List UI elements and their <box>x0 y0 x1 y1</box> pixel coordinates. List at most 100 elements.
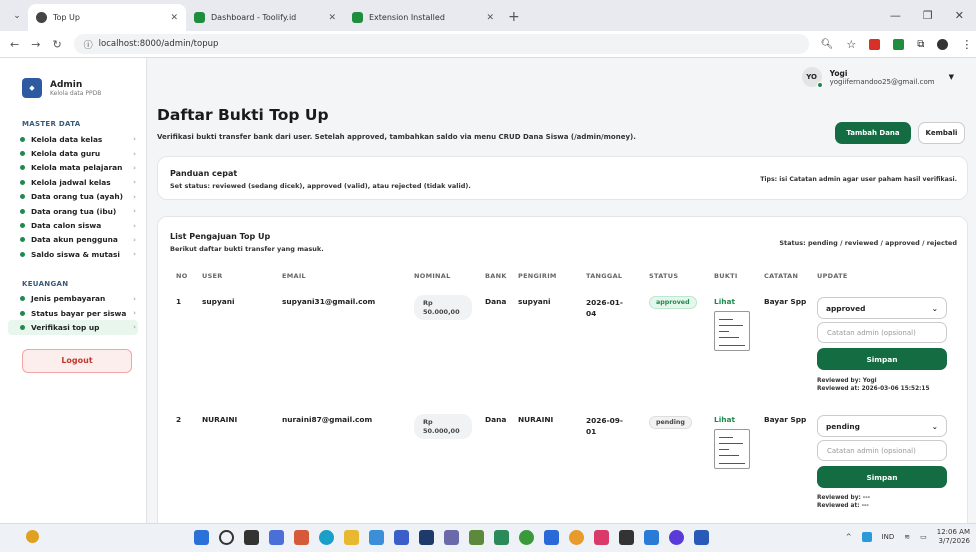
url-field[interactable]: ⓘ localhost:8000/admin/topup <box>73 34 809 54</box>
toolify-extension-icon[interactable] <box>893 38 905 50</box>
simpan-button[interactable]: Simpan <box>817 348 947 370</box>
weather-icon[interactable] <box>26 530 39 543</box>
sidebar-item-status-bayar[interactable]: Status bayar per siswa › <box>0 306 146 320</box>
app-icon[interactable] <box>594 530 609 545</box>
task-view-icon[interactable] <box>244 530 259 545</box>
edge-icon[interactable] <box>319 530 334 545</box>
profile-icon[interactable] <box>937 38 949 50</box>
sidebar-item-calon-siswa[interactable]: Data calon siswa › <box>0 218 146 232</box>
sidebar-item-label: Saldo siswa & mutasi <box>31 249 120 259</box>
bookmark-star-icon[interactable]: ☆ <box>846 38 856 51</box>
app-icon[interactable] <box>444 530 459 545</box>
chevron-up-icon[interactable]: ^ <box>846 533 852 541</box>
close-window-icon[interactable]: ✕ <box>955 9 964 22</box>
sidebar-item-ayah[interactable]: Data orang tua (ayah) › <box>0 190 146 204</box>
nominal-currency: Rp <box>423 299 433 307</box>
tab-extension-installed[interactable]: Extension Installed ✕ <box>344 4 502 31</box>
row-no: 2 <box>176 415 182 424</box>
file-explorer-icon[interactable] <box>344 530 359 545</box>
tab-title: Top Up <box>53 13 80 22</box>
word-icon[interactable] <box>694 530 709 545</box>
admin-note-input[interactable]: Catatan admin (opsional) <box>817 440 947 461</box>
col-bukti: BUKTI <box>714 272 738 280</box>
reload-icon[interactable]: ↻ <box>52 38 61 51</box>
status-select[interactable]: pending ⌄ <box>817 415 947 437</box>
search-icon[interactable] <box>219 530 234 545</box>
zoom-icon[interactable]: 🔍︎ <box>821 39 834 50</box>
sidebar-item-akun[interactable]: Data akun pengguna › <box>0 233 146 247</box>
proof-thumbnail[interactable] <box>714 429 750 469</box>
restore-icon[interactable]: ❐ <box>923 9 933 22</box>
photoshop-icon[interactable] <box>419 530 434 545</box>
avatar-initials: YO <box>806 73 818 81</box>
close-tab-icon[interactable]: ✕ <box>486 13 494 23</box>
avatar[interactable]: YO <box>801 67 823 88</box>
sidebar-item-guru[interactable]: Kelola data guru › <box>0 146 146 160</box>
wifi-icon[interactable]: ≋ <box>904 533 910 541</box>
language-indicator[interactable]: IND <box>882 533 895 541</box>
back-icon[interactable]: ← <box>10 38 19 51</box>
browser-tab-strip: ⌄ Top Up ✕ Dashboard - Toolify.id ✕ Exte… <box>0 0 976 31</box>
row-email: nuraini87@gmail.com <box>282 415 373 424</box>
sidebar-item-ibu[interactable]: Data orang tua (ibu) › <box>0 204 146 218</box>
windows-taskbar: ^ IND ≋ ▭ 12:06 AM 3/7/2026 <box>0 523 976 552</box>
admin-note-input[interactable]: Catatan admin (opsional) <box>817 322 947 343</box>
chevron-right-icon: › <box>133 309 136 318</box>
start-icon[interactable] <box>194 530 209 545</box>
app-icon[interactable] <box>394 530 409 545</box>
site-info-icon[interactable]: ⓘ <box>84 38 93 51</box>
chrome-icon[interactable] <box>519 530 534 545</box>
clock[interactable]: 12:06 AM 3/7/2026 <box>937 528 970 546</box>
proof-thumbnail[interactable] <box>714 311 750 351</box>
lihat-link[interactable]: Lihat <box>714 415 735 424</box>
battery-icon[interactable]: ▭ <box>920 533 927 541</box>
lihat-link[interactable]: Lihat <box>714 297 735 306</box>
close-tab-icon[interactable]: ✕ <box>328 13 336 23</box>
keuangan-menu: Jenis pembayaran › Status bayar per siswa… <box>0 292 146 335</box>
menu-kebab-icon[interactable]: ⋮ <box>961 38 972 51</box>
app-icon[interactable] <box>669 530 684 545</box>
sidebar-item-saldo[interactable]: Saldo siswa & mutasi › <box>0 247 146 261</box>
sidebar-item-label: Kelola jadwal kelas <box>31 177 111 187</box>
app-icon[interactable] <box>569 530 584 545</box>
chevron-right-icon: › <box>133 221 136 230</box>
app-icon[interactable] <box>269 530 284 545</box>
caret-down-icon[interactable]: ▼ <box>949 73 954 81</box>
app-icon[interactable] <box>294 530 309 545</box>
brand-title: Admin <box>50 79 83 90</box>
user-menu[interactable]: YO Yogi yogiifernandoo25@gmail.com ▼ <box>148 58 976 96</box>
sidebar-item-verifikasi-topup[interactable]: Verifikasi top up › <box>8 320 138 335</box>
terminal-icon[interactable] <box>619 530 634 545</box>
kembali-button[interactable]: Kembali <box>918 122 965 144</box>
logout-button[interactable]: Logout <box>22 348 132 373</box>
close-tab-icon[interactable]: ✕ <box>170 13 178 23</box>
minimize-icon[interactable]: — <box>890 9 901 22</box>
tambah-dana-button[interactable]: Tambah Dana <box>835 122 911 144</box>
sidebar-item-kelas[interactable]: Kelola data kelas › <box>0 132 146 146</box>
sidebar-item-label: Verifikasi top up <box>31 322 100 332</box>
extension-icon[interactable] <box>869 38 881 50</box>
row-email: supyani31@gmail.com <box>282 297 376 306</box>
sidebar-item-jadwal[interactable]: Kelola jadwal kelas › <box>0 175 146 189</box>
app-tray-icon[interactable] <box>861 532 872 542</box>
tab-dashboard-toolify[interactable]: Dashboard - Toolify.id ✕ <box>186 4 344 31</box>
app-icon[interactable] <box>369 530 384 545</box>
app-icon[interactable] <box>494 530 509 545</box>
sidebar-item-jenis-pembayaran[interactable]: Jenis pembayaran › <box>0 292 146 306</box>
app-icon[interactable] <box>469 530 484 545</box>
forward-icon[interactable]: → <box>31 38 40 51</box>
simpan-button[interactable]: Simpan <box>817 466 947 488</box>
status-select[interactable]: approved ⌄ <box>817 297 947 319</box>
guide-tip: Tips: isi Catatan admin agar user paham … <box>760 176 957 183</box>
tab-title: Extension Installed <box>369 13 445 22</box>
sidebar-item-mapel[interactable]: Kelola mata pelajaran › <box>0 161 146 175</box>
new-tab-icon[interactable]: + <box>508 9 520 25</box>
sidebar-item-label: Data orang tua (ibu) <box>31 206 117 216</box>
tab-search-icon[interactable]: ⌄ <box>6 4 28 28</box>
tab-top-up[interactable]: Top Up ✕ <box>28 4 186 31</box>
app-icon[interactable] <box>544 530 559 545</box>
extensions-puzzle-icon[interactable]: ⧉ <box>917 39 924 50</box>
bullet-icon <box>20 165 25 171</box>
address-bar: ← → ↻ ⓘ localhost:8000/admin/topup 🔍︎ ☆ … <box>0 31 976 58</box>
vscode-icon[interactable] <box>644 530 659 545</box>
